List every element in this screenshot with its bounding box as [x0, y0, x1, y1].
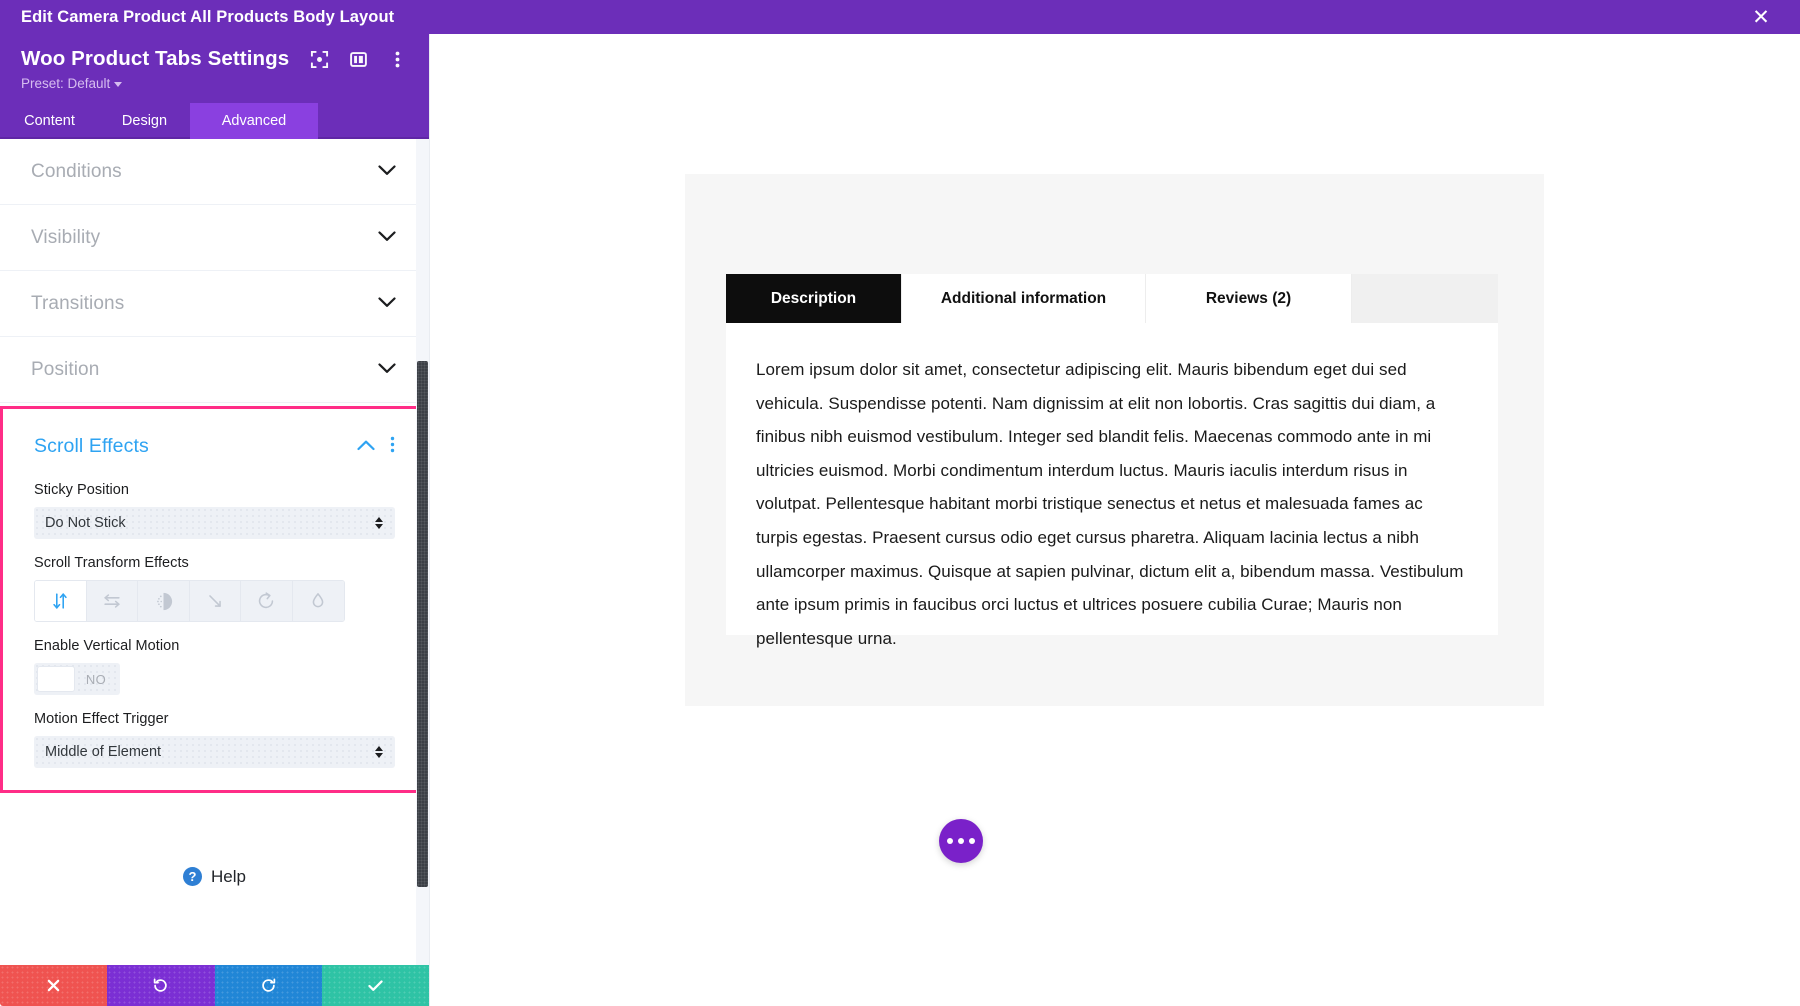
- fading-in-out-icon[interactable]: [138, 581, 190, 621]
- accordion-transitions[interactable]: Transitions: [0, 271, 429, 337]
- sticky-position-label: Sticky Position: [34, 482, 130, 498]
- accordion-conditions[interactable]: Conditions: [0, 139, 429, 205]
- panel-tabs: Content Design Advanced: [0, 103, 429, 139]
- motion-effect-trigger-value: Middle of Element: [45, 744, 162, 760]
- help-label: Help: [211, 866, 246, 886]
- scroll-effects-title: Scroll Effects: [34, 435, 149, 457]
- tab-content[interactable]: Content: [0, 103, 99, 139]
- panel-header: Woo Product Tabs Settings Preset: Defaul…: [0, 34, 429, 103]
- layout-title: Edit Camera Product All Products Body La…: [21, 7, 395, 26]
- accordion-position[interactable]: Position: [0, 337, 429, 403]
- chevron-down-icon: [114, 82, 123, 87]
- cancel-button[interactable]: [0, 965, 108, 1006]
- vertical-motion-icon[interactable]: [35, 581, 87, 621]
- enable-vertical-motion-toggle[interactable]: NO: [34, 663, 120, 695]
- field-enable-vertical-motion: Enable Vertical Motion NO: [3, 638, 426, 695]
- accordion-label: Position: [31, 358, 100, 380]
- accordion-label: Transitions: [31, 292, 125, 314]
- layout-panel-icon[interactable]: [349, 50, 368, 69]
- accordion-label: Conditions: [31, 160, 122, 182]
- panel-action-bar: [0, 965, 429, 1006]
- fab-dot: [958, 838, 964, 844]
- sticky-position-select[interactable]: Do Not Stick: [34, 507, 395, 539]
- panel-header-icons: [310, 50, 409, 69]
- enable-vertical-motion-label: Enable Vertical Motion: [34, 638, 180, 654]
- field-sticky-position: Sticky Position Do Not Stick: [3, 482, 426, 539]
- tab-advanced[interactable]: Advanced: [190, 103, 318, 139]
- horizontal-motion-icon[interactable]: [86, 581, 138, 621]
- description-body-text: Lorem ipsum dolor sit amet, consectetur …: [756, 360, 1464, 648]
- accordion-visibility[interactable]: Visibility: [0, 205, 429, 271]
- panel-scrollbar-thumb[interactable]: [417, 361, 428, 887]
- accordion-scroll-effects: Scroll Effects Sticky Position Do Not St…: [0, 406, 429, 793]
- page-settings-fab[interactable]: [939, 819, 983, 863]
- close-icon[interactable]: ✕: [1744, 0, 1778, 34]
- product-tab-panel-description: Lorem ipsum dolor sit amet, consectetur …: [726, 323, 1498, 648]
- more-vertical-icon[interactable]: [390, 436, 395, 458]
- sticky-position-value: Do Not Stick: [45, 515, 126, 531]
- field-scroll-transform-effects: Scroll Transform Effects: [3, 555, 426, 622]
- more-vertical-icon[interactable]: [388, 50, 407, 69]
- scaling-up-down-icon[interactable]: [189, 581, 241, 621]
- select-arrows-icon: [375, 517, 383, 529]
- product-tab-reviews[interactable]: Reviews (2): [1146, 274, 1352, 323]
- undo-button[interactable]: [107, 965, 215, 1006]
- target-focus-icon[interactable]: [310, 50, 329, 69]
- preset-label: Preset: Default: [21, 76, 111, 91]
- help-link[interactable]: ? Help: [0, 793, 429, 913]
- save-button[interactable]: [321, 965, 429, 1006]
- chevron-down-icon: [378, 361, 396, 379]
- product-tabs-nav: Description Additional information Revie…: [726, 274, 1498, 323]
- product-tab-description[interactable]: Description: [726, 274, 902, 323]
- select-arrows-icon: [375, 746, 383, 758]
- motion-effect-trigger-label: Motion Effect Trigger: [34, 711, 169, 727]
- scroll-transform-effects-group: [34, 580, 345, 622]
- scroll-effects-header[interactable]: Scroll Effects: [3, 409, 426, 466]
- toggle-knob: [37, 666, 75, 692]
- top-bar: Edit Camera Product All Products Body La…: [0, 0, 1800, 34]
- page-preview: Description Additional information Revie…: [429, 34, 1800, 1006]
- field-motion-effect-trigger: Motion Effect Trigger Middle of Element: [3, 711, 426, 768]
- fab-dot: [947, 838, 953, 844]
- blur-icon[interactable]: [292, 581, 344, 621]
- panel-divider: [429, 34, 430, 1006]
- chevron-down-icon: [378, 163, 396, 181]
- chevron-down-icon: [378, 229, 396, 247]
- question-circle-icon: ?: [183, 867, 203, 886]
- rotating-icon[interactable]: [241, 581, 293, 621]
- module-settings-panel: Woo Product Tabs Settings Preset: Defaul…: [0, 34, 429, 1006]
- divi-builder-screen: Edit Camera Product All Products Body La…: [0, 0, 1800, 1006]
- panel-body: Conditions Visibility Transitions Positi…: [0, 139, 429, 965]
- preset-selector[interactable]: Preset: Default: [21, 76, 123, 91]
- enable-vertical-motion-value: NO: [85, 671, 107, 687]
- panel-title: Woo Product Tabs Settings: [21, 47, 290, 70]
- scroll-transform-effects-label: Scroll Transform Effects: [34, 555, 189, 571]
- chevron-down-icon: [378, 295, 396, 313]
- fab-dot: [969, 838, 975, 844]
- chevron-up-icon[interactable]: [357, 438, 375, 456]
- accordion-label: Visibility: [31, 226, 101, 248]
- redo-button[interactable]: [214, 965, 322, 1006]
- product-tab-additional-information[interactable]: Additional information: [902, 274, 1146, 323]
- tab-design[interactable]: Design: [99, 103, 190, 139]
- motion-effect-trigger-select[interactable]: Middle of Element: [34, 736, 395, 768]
- product-tabs-filler: [1352, 274, 1498, 323]
